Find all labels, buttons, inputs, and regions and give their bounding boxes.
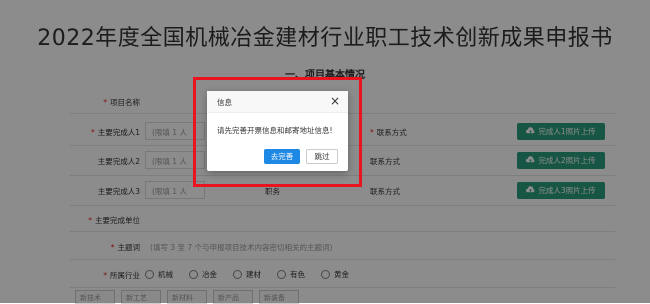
close-icon[interactable]: × [328,94,342,108]
complete-info-button[interactable]: 去完善 [264,149,300,164]
dialog-title: 信息 [217,98,232,107]
info-dialog: 信息 × 请先完善开票信息和邮寄地址信息! 去完善 跳过 [207,91,348,171]
dialog-header: 信息 × [207,91,348,113]
skip-button[interactable]: 跳过 [306,149,338,164]
dialog-message: 请先完善开票信息和邮寄地址信息! [217,126,333,135]
